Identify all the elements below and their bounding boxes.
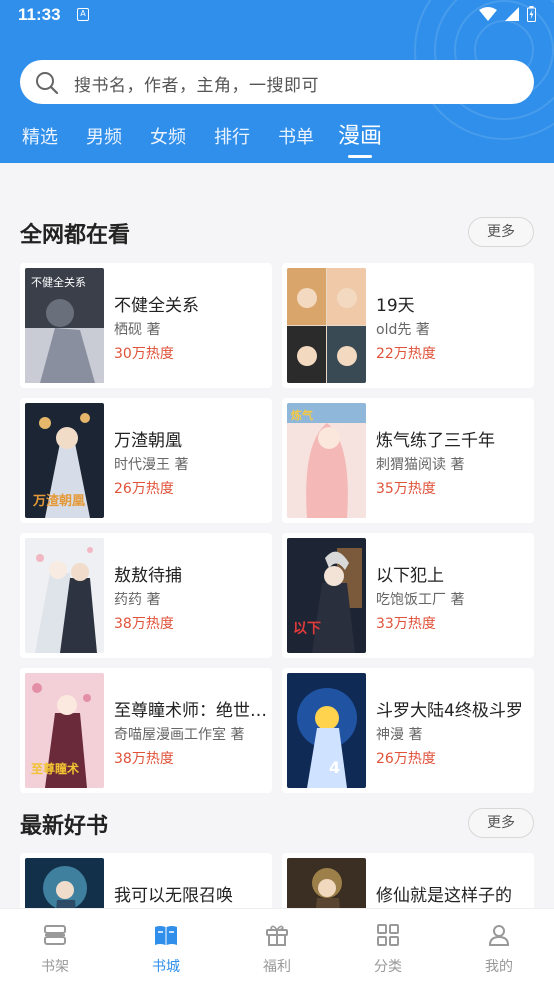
book-author: 刺猬猫阅读 著 xyxy=(376,457,465,473)
nav-label: 书架 xyxy=(41,959,69,975)
status-bar: 11:33 A xyxy=(0,0,554,30)
book-card[interactable]: 至尊瞳术 至尊瞳术师：绝世大小姐 奇喵屋漫画工作室 著 38万热度 xyxy=(20,668,272,793)
active-tab-indicator xyxy=(348,155,372,158)
category-tabs: 精选 男频 女频 排行 书单 漫画 xyxy=(0,118,554,163)
search-bar[interactable]: 搜书名，作者，主角，一搜即可 xyxy=(20,60,534,104)
nav-profile[interactable]: 我的 xyxy=(444,909,554,984)
tab-featured[interactable]: 精选 xyxy=(22,123,58,149)
notification-icon: A xyxy=(77,8,89,21)
book-cover: 至尊瞳术 xyxy=(25,673,104,788)
book-cover: 万渣朝凰 xyxy=(25,403,104,518)
section-title: 全网都在看 xyxy=(20,223,131,248)
book-title: 19天 xyxy=(376,296,415,316)
status-icons xyxy=(479,6,536,22)
search-placeholder: 搜书名，作者，主角，一搜即可 xyxy=(74,76,319,96)
bookstore-icon xyxy=(155,926,177,945)
section-header-new: 最新好书 更多 xyxy=(20,808,534,840)
book-author: 神漫 著 xyxy=(376,727,423,743)
book-cover: 4 xyxy=(287,673,366,788)
book-cover xyxy=(287,858,366,908)
book-popularity: 35万热度 xyxy=(376,481,436,497)
book-cover xyxy=(25,538,104,653)
nav-label: 我的 xyxy=(485,959,513,975)
main-content[interactable]: 全网都在看 更多 不健全关系 不健全关系 栖砚 著 30万热度 19天 old先… xyxy=(0,163,554,908)
book-cover xyxy=(25,858,104,908)
book-card[interactable]: 敖敖待捕 药药 著 38万热度 xyxy=(20,533,272,658)
svg-text:炼气: 炼气 xyxy=(291,408,313,422)
tab-male[interactable]: 男频 xyxy=(86,123,122,149)
book-card[interactable]: 万渣朝凰 万渣朝凰 时代漫王 著 26万热度 xyxy=(20,398,272,523)
book-author: 时代漫王 著 xyxy=(114,457,189,473)
tab-ranking[interactable]: 排行 xyxy=(214,123,250,149)
book-popularity: 30万热度 xyxy=(114,346,174,362)
book-cover: 炼气 xyxy=(287,403,366,518)
book-card[interactable]: 不健全关系 不健全关系 栖砚 著 30万热度 xyxy=(20,263,272,388)
nav-welfare[interactable]: 福利 xyxy=(222,909,332,984)
book-author: old先 著 xyxy=(376,322,430,338)
book-popularity: 38万热度 xyxy=(114,751,174,767)
more-button[interactable]: 更多 xyxy=(468,217,534,247)
book-card[interactable]: 19天 old先 著 22万热度 xyxy=(282,263,534,388)
bottom-navigation: 书架 书城 福利 分类 我的 xyxy=(0,908,554,984)
battery-icon xyxy=(527,6,536,22)
book-author: 栖砚 著 xyxy=(114,322,161,338)
book-title: 以下犯上 xyxy=(376,566,444,586)
top-header: 11:33 A 搜书名，作者，主角，一搜即可 精选 男频 女频 排行 书单 漫画 xyxy=(0,0,554,163)
book-title: 至尊瞳术师：绝世大小姐 xyxy=(114,701,269,721)
book-card[interactable]: 炼气 炼气练了三千年 刺猬猫阅读 著 35万热度 xyxy=(282,398,534,523)
bookshelf-icon xyxy=(44,925,66,945)
book-author: 奇喵屋漫画工作室 著 xyxy=(114,727,245,743)
book-title: 不健全关系 xyxy=(114,296,199,316)
search-icon xyxy=(36,72,59,95)
signal-icon xyxy=(505,7,519,21)
book-author: 药药 著 xyxy=(114,592,161,608)
nav-label: 书城 xyxy=(152,959,180,975)
book-author: 吃饱饭工厂 著 xyxy=(376,592,465,608)
nav-label: 分类 xyxy=(374,959,402,975)
status-time: 11:33 xyxy=(18,5,61,24)
book-title: 斗罗大陆4终极斗罗 xyxy=(376,701,523,721)
book-popularity: 38万热度 xyxy=(114,616,174,632)
book-title: 敖敖待捕 xyxy=(114,566,182,586)
svg-text:不健全关系: 不健全关系 xyxy=(31,275,86,289)
book-title: 修仙就是这样子的 xyxy=(376,886,512,906)
book-card[interactable]: 我可以无限召唤 xyxy=(20,853,272,908)
svg-text:以下: 以下 xyxy=(293,621,321,637)
nav-bookstore[interactable]: 书城 xyxy=(111,909,221,984)
svg-text:至尊瞳术: 至尊瞳术 xyxy=(31,761,79,776)
tab-female[interactable]: 女频 xyxy=(150,123,186,149)
nav-bookshelf[interactable]: 书架 xyxy=(0,909,110,984)
book-card[interactable]: 以下 以下犯上 吃饱饭工厂 著 33万热度 xyxy=(282,533,534,658)
nav-label: 福利 xyxy=(263,959,291,975)
book-cover: 不健全关系 xyxy=(25,268,104,383)
svg-text:4: 4 xyxy=(329,758,340,777)
book-popularity: 26万热度 xyxy=(376,751,436,767)
book-title: 万渣朝凰 xyxy=(114,431,182,451)
nav-category[interactable]: 分类 xyxy=(333,909,443,984)
wifi-icon xyxy=(479,7,497,21)
more-button[interactable]: 更多 xyxy=(468,808,534,838)
book-popularity: 33万热度 xyxy=(376,616,436,632)
gift-icon xyxy=(266,925,288,946)
book-popularity: 26万热度 xyxy=(114,481,174,497)
book-card[interactable]: 4 斗罗大陆4终极斗罗 神漫 著 26万热度 xyxy=(282,668,534,793)
category-grid-icon xyxy=(377,924,399,946)
book-title: 炼气练了三千年 xyxy=(376,431,495,451)
svg-text:万渣朝凰: 万渣朝凰 xyxy=(32,493,85,509)
book-popularity: 22万热度 xyxy=(376,346,436,362)
book-cover: 以下 xyxy=(287,538,366,653)
book-cover xyxy=(287,268,366,383)
section-title: 最新好书 xyxy=(20,814,109,839)
book-card[interactable]: 修仙就是这样子的 xyxy=(282,853,534,908)
section-header-trending: 全网都在看 更多 xyxy=(20,217,534,249)
book-title: 我可以无限召唤 xyxy=(114,886,233,906)
tab-comics[interactable]: 漫画 xyxy=(338,118,382,150)
profile-icon xyxy=(488,925,510,946)
tab-booklist[interactable]: 书单 xyxy=(278,123,314,149)
